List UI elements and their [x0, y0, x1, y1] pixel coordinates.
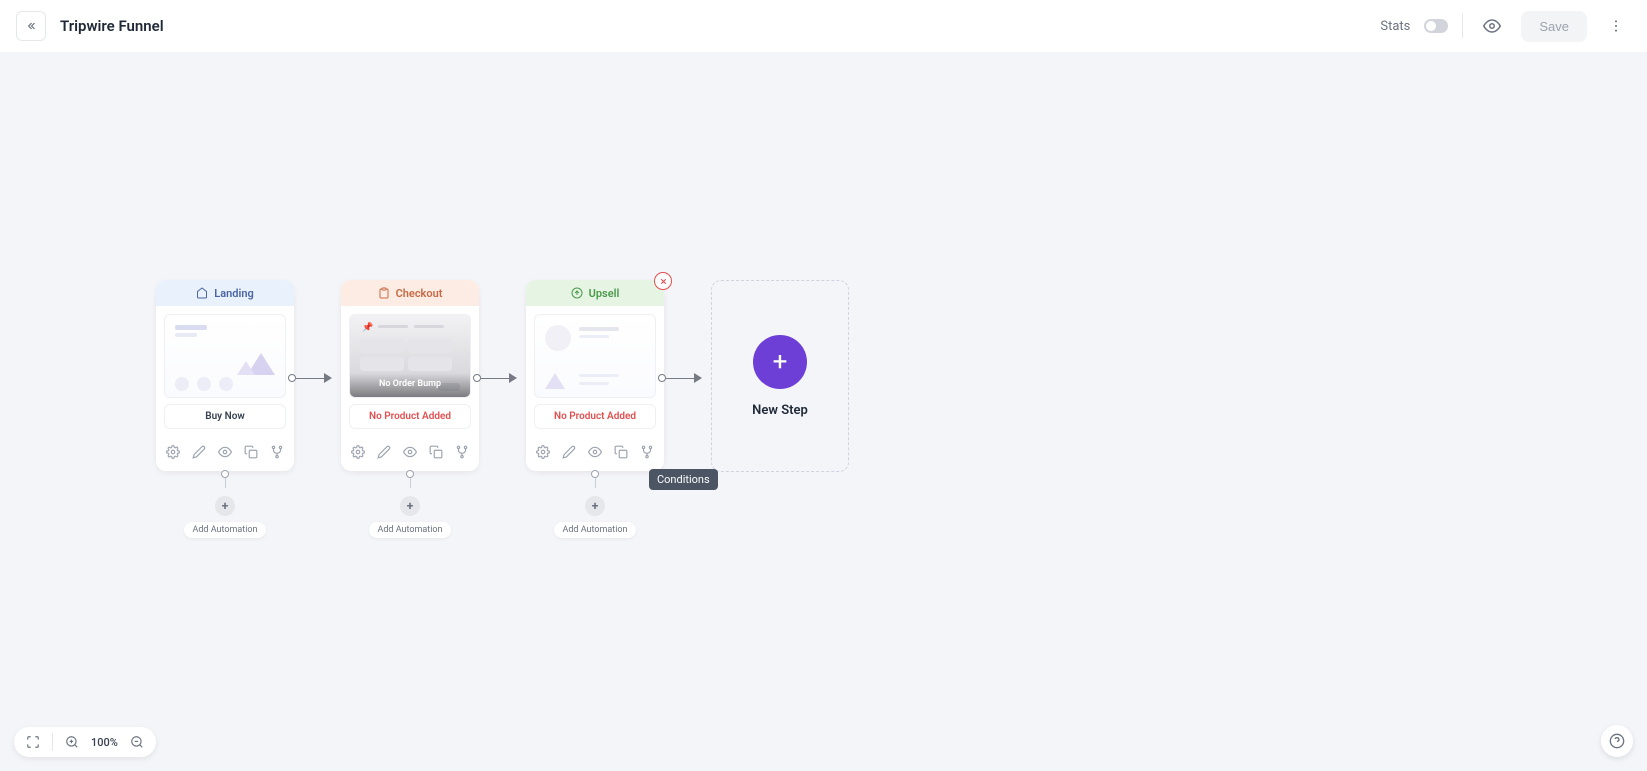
edit-button[interactable]: [190, 443, 208, 461]
conditions-button[interactable]: [453, 443, 471, 461]
delete-step-button[interactable]: [654, 272, 672, 290]
action-row: [526, 437, 664, 471]
zoom-in-button[interactable]: [63, 733, 81, 751]
overlay-text: No Order Bump: [350, 373, 470, 397]
add-automation-button[interactable]: +: [215, 496, 235, 516]
divider: [52, 733, 53, 751]
preview-button[interactable]: [1477, 11, 1507, 41]
connector: [658, 373, 702, 383]
header-left: Tripwire Funnel: [16, 11, 164, 41]
more-button[interactable]: [1601, 11, 1631, 41]
chevron-left-icon: [24, 19, 38, 33]
pencil-icon: [192, 445, 206, 459]
zoom-out-icon: [130, 735, 144, 749]
gear-icon: [166, 445, 180, 459]
add-automation-button[interactable]: +: [400, 496, 420, 516]
zoom-bar: 100%: [14, 727, 156, 757]
zoom-out-button[interactable]: [128, 733, 146, 751]
step-header-checkout: Checkout: [341, 280, 479, 306]
new-step-label: New Step: [752, 403, 808, 418]
plus-icon: +: [753, 335, 807, 389]
duplicate-button[interactable]: [242, 443, 260, 461]
gear-icon: [536, 445, 550, 459]
step-title: Upsell: [589, 287, 620, 300]
clipboard-icon: [378, 287, 390, 299]
branch-icon: [455, 445, 469, 459]
eye-icon: [403, 445, 417, 459]
preview-button[interactable]: [216, 443, 234, 461]
divider: [1462, 14, 1463, 38]
add-automation-wrap: + Add Automation: [156, 482, 294, 538]
settings-button[interactable]: [164, 443, 182, 461]
header-right: Stats Save: [1380, 11, 1631, 42]
gear-icon: [351, 445, 365, 459]
home-icon: [196, 287, 208, 299]
header: Tripwire Funnel Stats Save: [0, 0, 1647, 52]
branch-icon: [640, 445, 654, 459]
step-card-checkout[interactable]: Checkout 📌 No Order Bump No Product Adde…: [341, 280, 479, 471]
canvas[interactable]: Landing Buy Now + Add Automation: [0, 52, 1647, 771]
zoom-in-icon: [65, 735, 79, 749]
duplicate-button[interactable]: [612, 443, 630, 461]
page-title: Tripwire Funnel: [60, 17, 164, 35]
edit-button[interactable]: [560, 443, 578, 461]
step-thumbnail[interactable]: [164, 314, 286, 398]
connector: [288, 373, 332, 383]
branch-icon: [270, 445, 284, 459]
zoom-value: 100%: [91, 736, 118, 749]
connector: [473, 373, 517, 383]
step-body: Buy Now: [156, 306, 294, 437]
step-cta[interactable]: No Product Added: [534, 404, 656, 429]
add-automation-wrap: + Add Automation: [341, 482, 479, 538]
new-step-button[interactable]: + New Step: [711, 280, 849, 472]
help-button[interactable]: [1601, 725, 1633, 757]
settings-button[interactable]: [349, 443, 367, 461]
add-automation-label[interactable]: Add Automation: [554, 522, 635, 538]
edit-button[interactable]: [375, 443, 393, 461]
add-automation-label[interactable]: Add Automation: [369, 522, 450, 538]
step-header-landing: Landing: [156, 280, 294, 306]
step-body: 📌 No Order Bump No Product Added: [341, 306, 479, 437]
step-card-upsell[interactable]: Upsell No Product Added: [526, 280, 664, 471]
step-cta[interactable]: No Product Added: [349, 404, 471, 429]
arrow-up-circle-icon: [571, 287, 583, 299]
duplicate-button[interactable]: [427, 443, 445, 461]
step-card-landing[interactable]: Landing Buy Now: [156, 280, 294, 471]
copy-icon: [429, 445, 443, 459]
conditions-button[interactable]: [268, 443, 286, 461]
step-title: Checkout: [396, 287, 443, 300]
help-icon: [1609, 733, 1625, 749]
back-button[interactable]: [16, 11, 46, 41]
save-button[interactable]: Save: [1521, 11, 1587, 42]
eye-icon: [1483, 17, 1501, 35]
action-row: [341, 437, 479, 471]
close-icon: [659, 277, 668, 286]
add-automation-wrap: + Add Automation: [526, 482, 664, 538]
add-automation-label[interactable]: Add Automation: [184, 522, 265, 538]
step-cta[interactable]: Buy Now: [164, 404, 286, 429]
settings-button[interactable]: [534, 443, 552, 461]
eye-icon: [218, 445, 232, 459]
fullscreen-icon: [26, 735, 40, 749]
stats-label: Stats: [1380, 19, 1410, 34]
pencil-icon: [562, 445, 576, 459]
step-thumbnail[interactable]: [534, 314, 656, 398]
preview-button[interactable]: [586, 443, 604, 461]
step-title: Landing: [214, 287, 253, 300]
copy-icon: [244, 445, 258, 459]
step-body: No Product Added: [526, 306, 664, 437]
eye-icon: [588, 445, 602, 459]
copy-icon: [614, 445, 628, 459]
action-row: [156, 437, 294, 471]
conditions-button[interactable]: [638, 443, 656, 461]
stats-toggle[interactable]: [1424, 19, 1448, 33]
step-thumbnail[interactable]: 📌 No Order Bump: [349, 314, 471, 398]
pencil-icon: [377, 445, 391, 459]
more-vertical-icon: [1608, 18, 1624, 34]
fullscreen-button[interactable]: [24, 733, 42, 751]
step-header-upsell: Upsell: [526, 280, 664, 306]
preview-button[interactable]: [401, 443, 419, 461]
tooltip: Conditions: [649, 469, 718, 490]
add-automation-button[interactable]: +: [585, 496, 605, 516]
